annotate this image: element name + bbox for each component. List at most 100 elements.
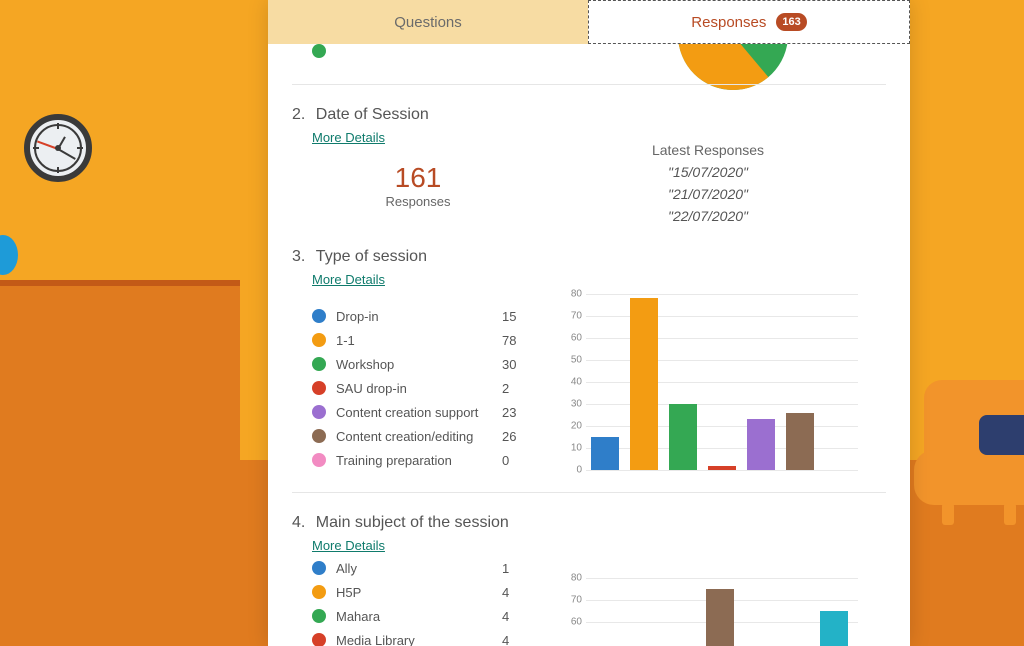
y-tick-label: 70: [558, 311, 582, 322]
legend-label: 1-1: [336, 333, 502, 348]
legend-label: Mahara: [336, 609, 502, 624]
y-tick-label: 70: [558, 595, 582, 606]
legend-dot: [312, 309, 326, 323]
legend-value: 1: [502, 561, 532, 576]
bar: [820, 611, 848, 646]
q4-bar-chart: 607080: [558, 578, 858, 646]
sofa: [904, 365, 1024, 525]
question-3: 3. Type of session More Details: [292, 248, 886, 289]
legend-value: 15: [502, 309, 532, 324]
q3-legend: Drop-in151-178Workshop30SAU drop-in2Cont…: [312, 304, 532, 472]
question-2: 2. Date of Session More Details: [292, 106, 886, 147]
legend-label: Media Library: [336, 633, 502, 646]
legend-dot: [312, 453, 326, 467]
legend-row: 1-178: [312, 328, 532, 352]
wall-clock: [24, 114, 92, 182]
y-tick-label: 80: [558, 289, 582, 300]
legend-label: H5P: [336, 585, 502, 600]
y-tick-label: 80: [558, 573, 582, 584]
q4-more-details-link[interactable]: More Details: [312, 538, 385, 553]
q4-legend: Ally1H5P4Mahara4Media Library4: [312, 556, 532, 646]
legend-row: Media Library4: [312, 628, 532, 646]
legend-row: SAU drop-in2: [312, 376, 532, 400]
legend-dot: [312, 609, 326, 623]
divider: [292, 492, 886, 493]
y-tick-label: 0: [558, 465, 582, 476]
legend-row: Content creation support23: [312, 400, 532, 424]
legend-dot: [312, 561, 326, 575]
q2-latest-responses: Latest Responses "15/07/2020" "21/07/202…: [608, 142, 808, 224]
y-tick-label: 50: [558, 355, 582, 366]
legend-value: 78: [502, 333, 532, 348]
q2-response-count: 161 Responses: [358, 162, 478, 209]
q2-latest-heading: Latest Responses: [608, 142, 808, 158]
q2-count: 161: [358, 162, 478, 194]
legend-label: Training preparation: [336, 453, 502, 468]
legend-row: H5P4: [312, 580, 532, 604]
bar: [669, 404, 697, 470]
bar: [708, 466, 736, 470]
legend-row: Mahara4: [312, 604, 532, 628]
legend-dot: [312, 633, 326, 646]
legend-row: Drop-in15: [312, 304, 532, 328]
q3-more-details-link[interactable]: More Details: [312, 272, 385, 287]
y-tick-label: 60: [558, 617, 582, 628]
tabs: Questions Responses 163: [268, 0, 910, 44]
tab-questions-label: Questions: [394, 14, 462, 31]
q4-number: 4.: [292, 514, 305, 531]
q4-title: Main subject of the session: [316, 514, 509, 531]
q3-bar-chart: 01020304050607080: [558, 294, 858, 470]
legend-dot: [312, 405, 326, 419]
q2-count-label: Responses: [358, 194, 478, 209]
y-tick-label: 30: [558, 399, 582, 410]
legend-label: Ally: [336, 561, 502, 576]
form-panel: Questions Responses 163 2. Date of Sessi…: [268, 0, 910, 646]
legend-row: Workshop30: [312, 352, 532, 376]
legend-row: Content creation/editing26: [312, 424, 532, 448]
tab-responses-label: Responses: [691, 14, 766, 31]
content-scroll[interactable]: 2. Date of Session More Details 161 Resp…: [268, 44, 910, 646]
legend-value: 4: [502, 585, 532, 600]
bar: [630, 298, 658, 470]
y-tick-label: 20: [558, 421, 582, 432]
app-stage: Questions Responses 163 2. Date of Sessi…: [0, 0, 1024, 646]
legend-dot: [312, 357, 326, 371]
tab-questions[interactable]: Questions: [268, 0, 588, 44]
responses-count-badge: 163: [776, 13, 806, 31]
legend-dot: [312, 333, 326, 347]
legend-label: SAU drop-in: [336, 381, 502, 396]
legend-dot: [312, 429, 326, 443]
q2-latest-1: "21/07/2020": [608, 186, 808, 202]
q2-number: 2.: [292, 106, 305, 123]
legend-dot: [312, 381, 326, 395]
y-tick-label: 60: [558, 333, 582, 344]
y-tick-label: 10: [558, 443, 582, 454]
q2-latest-2: "22/07/2020": [608, 208, 808, 224]
legend-label: Content creation/editing: [336, 429, 502, 444]
legend-label: Workshop: [336, 357, 502, 372]
legend-value: 4: [502, 633, 532, 646]
clock-center: [55, 145, 61, 151]
q2-latest-0: "15/07/2020": [608, 164, 808, 180]
bar: [786, 413, 814, 470]
legend-label: Content creation support: [336, 405, 502, 420]
q3-title: Type of session: [316, 248, 427, 265]
legend-value: 23: [502, 405, 532, 420]
desk-left: [0, 280, 240, 580]
legend-row: Training preparation0: [312, 448, 532, 472]
legend-value: 30: [502, 357, 532, 372]
bar: [706, 589, 734, 646]
prev-question-pie: [648, 44, 818, 105]
q4-chart-bars: [586, 578, 858, 646]
bar: [747, 419, 775, 470]
prev-legend-dot: [312, 44, 326, 58]
divider: [292, 84, 886, 85]
q2-more-details-link[interactable]: More Details: [312, 130, 385, 145]
q3-chart-bars: [586, 294, 858, 470]
q2-title: Date of Session: [316, 106, 429, 123]
question-4: 4. Main subject of the session More Deta…: [292, 514, 886, 555]
bar: [591, 437, 619, 470]
tab-responses[interactable]: Responses 163: [588, 0, 910, 44]
legend-label: Drop-in: [336, 309, 502, 324]
legend-value: 2: [502, 381, 532, 396]
